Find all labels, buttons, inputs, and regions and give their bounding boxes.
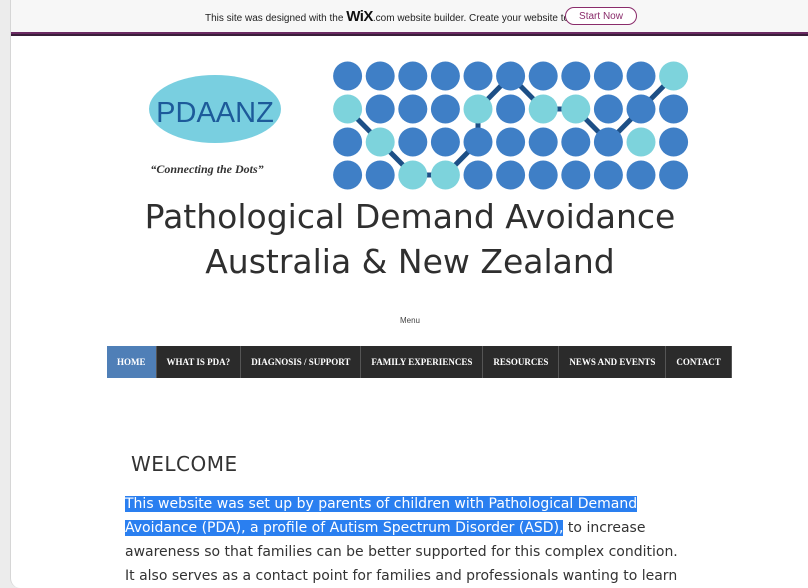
- logo-dot: [561, 127, 591, 157]
- logo-dot: [365, 61, 395, 91]
- logo-highlight-dot: [528, 94, 558, 124]
- logo-dot: [333, 61, 363, 91]
- logo-dot: [496, 94, 526, 124]
- site-title: Pathological Demand Avoidance Australia …: [11, 194, 808, 284]
- logo-dot: [659, 94, 689, 124]
- logo-highlight-dot: [659, 61, 689, 91]
- site-title-line-2: Australia & New Zealand: [205, 242, 615, 281]
- logo-highlight-dot: [626, 127, 656, 157]
- logo-dot: [626, 94, 656, 124]
- logo-highlight-dot: [333, 94, 363, 124]
- nav-item-resources[interactable]: RESOURCES: [483, 346, 560, 378]
- logo-dot: [463, 61, 493, 91]
- logo-dot: [430, 94, 460, 124]
- logo-dot: [593, 61, 623, 91]
- wix-logo[interactable]: WiX: [346, 8, 373, 25]
- nav-item-what-is-pda[interactable]: WHAT IS PDA?: [156, 346, 242, 378]
- logo-dot: [430, 61, 460, 91]
- connecting-lines: [345, 74, 676, 178]
- logo-dot: [365, 94, 395, 124]
- logo-dot: [593, 94, 623, 124]
- logo-dot: [463, 127, 493, 157]
- logo-dot: [528, 127, 558, 157]
- logo-dot: [659, 127, 689, 157]
- logo-highlight-dot: [463, 94, 493, 124]
- site-logo[interactable]: PDAANZ “Connecting the Dots”: [131, 58, 731, 190]
- nav-item-contact[interactable]: CONTACT: [666, 346, 732, 378]
- logo-dot: [593, 127, 623, 157]
- menu-label[interactable]: Menu: [11, 316, 808, 325]
- logo-dot-grid: [333, 61, 689, 190]
- main-navigation: HOME WHAT IS PDA? DIAGNOSIS / SUPPORT FA…: [107, 346, 732, 378]
- logo-highlight-dot: [561, 94, 591, 124]
- nav-item-diagnosis-support[interactable]: DIAGNOSIS / SUPPORT: [241, 346, 362, 378]
- logo-dot: [528, 160, 558, 190]
- logo-dot: [365, 160, 395, 190]
- site-title-line-1: Pathological Demand Avoidance: [144, 197, 676, 236]
- logo-dot: [463, 160, 493, 190]
- logo-dot: [398, 127, 428, 157]
- wix-promo-text-after: .com website builder. Create your websit…: [372, 13, 588, 24]
- logo-dot: [561, 61, 591, 91]
- logo-highlight-dot: [430, 160, 460, 190]
- nav-item-family-experiences[interactable]: FAMILY EXPERIENCES: [361, 346, 484, 378]
- wix-promo-banner: This site was designed with the WiX.com …: [11, 0, 808, 34]
- wix-promo-text: This site was designed with the WiX.com …: [205, 8, 587, 25]
- intro-highlighted-text: This website was set up by parents of ch…: [125, 496, 638, 536]
- nav-item-home[interactable]: HOME: [107, 346, 157, 378]
- logo-dot: [333, 127, 363, 157]
- logo-dot: [430, 127, 460, 157]
- wix-promo-text-before: This site was designed with the: [205, 13, 347, 24]
- logo-dot: [398, 61, 428, 91]
- logo-tagline: “Connecting the Dots”: [150, 162, 263, 176]
- logo-highlight-dot: [398, 160, 428, 190]
- logo-dot: [659, 160, 689, 190]
- logo-dot: [593, 160, 623, 190]
- logo-highlight-dot: [365, 127, 395, 157]
- logo-dot: [561, 160, 591, 190]
- logo-dot: [398, 94, 428, 124]
- logo-dot: [496, 127, 526, 157]
- logo-name: PDAANZ: [156, 97, 274, 129]
- browser-page: This site was designed with the WiX.com …: [10, 0, 808, 588]
- logo-dot: [528, 61, 558, 91]
- start-now-button[interactable]: Start Now: [565, 7, 637, 25]
- logo-dot: [626, 61, 656, 91]
- logo-dot: [333, 160, 363, 190]
- logo-dot: [496, 61, 526, 91]
- intro-paragraph: This website was set up by parents of ch…: [125, 492, 685, 588]
- logo-dot: [496, 160, 526, 190]
- logo-dot: [626, 160, 656, 190]
- welcome-heading: WELCOME: [131, 452, 238, 476]
- nav-item-news-and-events[interactable]: NEWS AND EVENTS: [559, 346, 667, 378]
